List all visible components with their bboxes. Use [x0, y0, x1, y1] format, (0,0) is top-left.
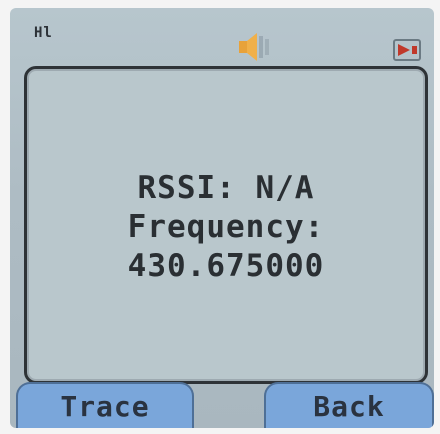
lcd-screen: Hl RSSI: N/A Frequency: 430.675000 Trace… [10, 8, 434, 428]
frequency-label: Frequency: [127, 209, 325, 245]
trace-softkey-button[interactable]: Trace [16, 382, 194, 428]
rssi-info: RSSI: N/A Frequency: 430.675000 [27, 169, 425, 286]
status-bar: Hl [10, 8, 434, 66]
speaker-icon [239, 33, 269, 61]
back-softkey-button[interactable]: Back [264, 382, 434, 428]
frequency-value: 430.675000 [127, 248, 325, 284]
rssi-line: RSSI: N/A [137, 170, 315, 206]
device-frame: Hl RSSI: N/A Frequency: 430.675000 Trace… [0, 0, 440, 434]
signal-indicator-icon: Hl [34, 25, 53, 41]
message-panel: RSSI: N/A Frequency: 430.675000 [24, 66, 428, 384]
battery-icon [393, 39, 421, 61]
